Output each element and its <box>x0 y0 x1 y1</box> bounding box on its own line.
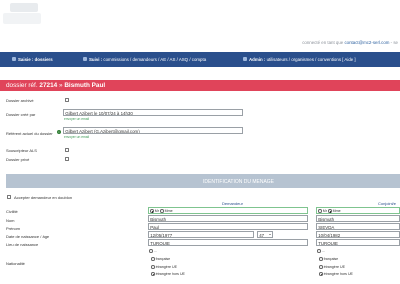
page-title: dossier réf. 27214 » Bismuth Paul <box>6 82 106 89</box>
lieu-conjoint-input[interactable]: TURQUIE <box>316 239 400 246</box>
lieu-label: Lieu de naissance <box>6 242 39 247</box>
nationalite-label: Nationalité <box>6 261 25 266</box>
gear-icon <box>243 57 247 61</box>
col-header-conjoint: Conjoint/e <box>378 201 397 206</box>
lieu-demandeur-input[interactable]: TURQUIE <box>148 239 308 246</box>
civ-a-mr-radio[interactable] <box>150 209 154 213</box>
civ-b-mr-radio[interactable] <box>318 209 322 213</box>
nat-b-empty-radio[interactable] <box>317 249 321 253</box>
civ-a-mme-radio[interactable] <box>159 209 164 213</box>
naissance-label: Date de naissance / âge <box>6 234 50 239</box>
accepter-doublon-label: Accepter demandeur en doublon <box>14 195 73 200</box>
nat-b-hors-ue-radio[interactable] <box>319 272 323 276</box>
pencil-icon <box>12 57 16 61</box>
age-demandeur-select[interactable]: 47 <box>257 231 273 238</box>
nat-b-francaise[interactable]: française <box>319 257 338 261</box>
referent-email-link[interactable]: envoyer un email <box>64 135 89 139</box>
col-header-demandeur: Demandeur <box>222 201 243 206</box>
section-header-menage: IDENTIFICATION DU MENAGE <box>6 174 400 188</box>
nat-a-francaise[interactable]: française <box>151 257 170 261</box>
connected-info: connecté en tant que contact@mc2-serl.co… <box>302 40 398 45</box>
prive-label: Dossier privé <box>6 157 30 162</box>
list-icon <box>83 57 87 61</box>
connected-tail: - se <box>390 40 398 45</box>
nav-item-saisie[interactable]: Saisie : dossiers <box>12 57 53 62</box>
prive-checkbox[interactable] <box>65 157 69 161</box>
als-label: Souscripteur ALS <box>6 148 37 153</box>
connected-text: connecté en tant que <box>302 40 344 45</box>
cree-par-email-link[interactable]: envoyer un email <box>64 117 89 121</box>
civilite-conjoint: Mr Mme <box>316 207 400 214</box>
nat-a-fr-radio[interactable] <box>151 257 155 261</box>
nav-item-admin[interactable]: Admin : utilisateurs / organismes / conv… <box>243 57 356 62</box>
accepter-doublon-checkbox[interactable] <box>7 195 11 199</box>
referent-label: Référent actuel du dossier <box>6 131 53 136</box>
nom-label: Nom <box>6 218 15 223</box>
civ-b-mme-radio[interactable] <box>327 209 332 213</box>
nat-a-empty[interactable]: ... <box>149 249 157 253</box>
referent-field[interactable]: Gilbert Azibert (G.Azibert@gmail.com) <box>63 127 243 134</box>
nom-conjoint-input[interactable]: Bismuth <box>316 215 400 222</box>
naissance-conjoint-input[interactable]: 10/04/1982 <box>316 231 400 238</box>
naissance-demandeur-input[interactable]: 12/05/1977 <box>148 231 254 238</box>
nat-a-ue[interactable]: étrangère UE <box>151 265 177 269</box>
chevron-down-icon <box>269 234 272 235</box>
nat-b-hors-ue[interactable]: étrangère hors UE <box>319 272 353 276</box>
archive-label: Dossier archivé <box>6 98 34 103</box>
cree-par-field[interactable]: Gilbert Azibert le 10/07/24 à 14h30 <box>63 109 243 116</box>
nat-b-fr-radio[interactable] <box>319 257 323 261</box>
nat-b-ue[interactable]: étrangère UE <box>319 265 345 269</box>
nav-item-suivi[interactable]: Suivi : commissions / demandeurs / AE / … <box>83 57 206 62</box>
cree-par-label: Dossier créé par <box>6 112 36 117</box>
nat-a-hors-ue[interactable]: étrangère hors UE <box>151 272 185 276</box>
nat-a-ue-radio[interactable] <box>151 265 155 269</box>
nom-demandeur-input[interactable]: Bismuth <box>148 215 308 222</box>
archive-checkbox[interactable] <box>65 98 69 102</box>
main-nav: Saisie : dossiers Suivi : commissions / … <box>0 52 400 67</box>
connected-email[interactable]: contact@mc2-serl.com <box>344 40 389 45</box>
prenom-label: Prénom <box>6 226 21 231</box>
nat-b-empty[interactable]: ... <box>317 249 325 253</box>
civilite-label: Civilité <box>6 209 18 214</box>
nat-a-hors-ue-radio[interactable] <box>151 272 155 276</box>
civilite-demandeur: Mr Mme <box>148 207 308 214</box>
nat-a-empty-radio[interactable] <box>149 249 153 253</box>
prenom-conjoint-input[interactable]: SIEVDA <box>316 223 400 230</box>
dossier-title-bar: dossier réf. 27214 » Bismuth Paul <box>0 80 400 91</box>
info-icon: i <box>57 130 61 134</box>
nat-b-ue-radio[interactable] <box>319 265 323 269</box>
als-checkbox[interactable] <box>65 148 69 152</box>
prenom-demandeur-input[interactable]: Paul <box>148 223 308 230</box>
logo <box>0 0 46 28</box>
top-strip: connecté en tant que contact@mc2-serl.co… <box>0 0 400 52</box>
